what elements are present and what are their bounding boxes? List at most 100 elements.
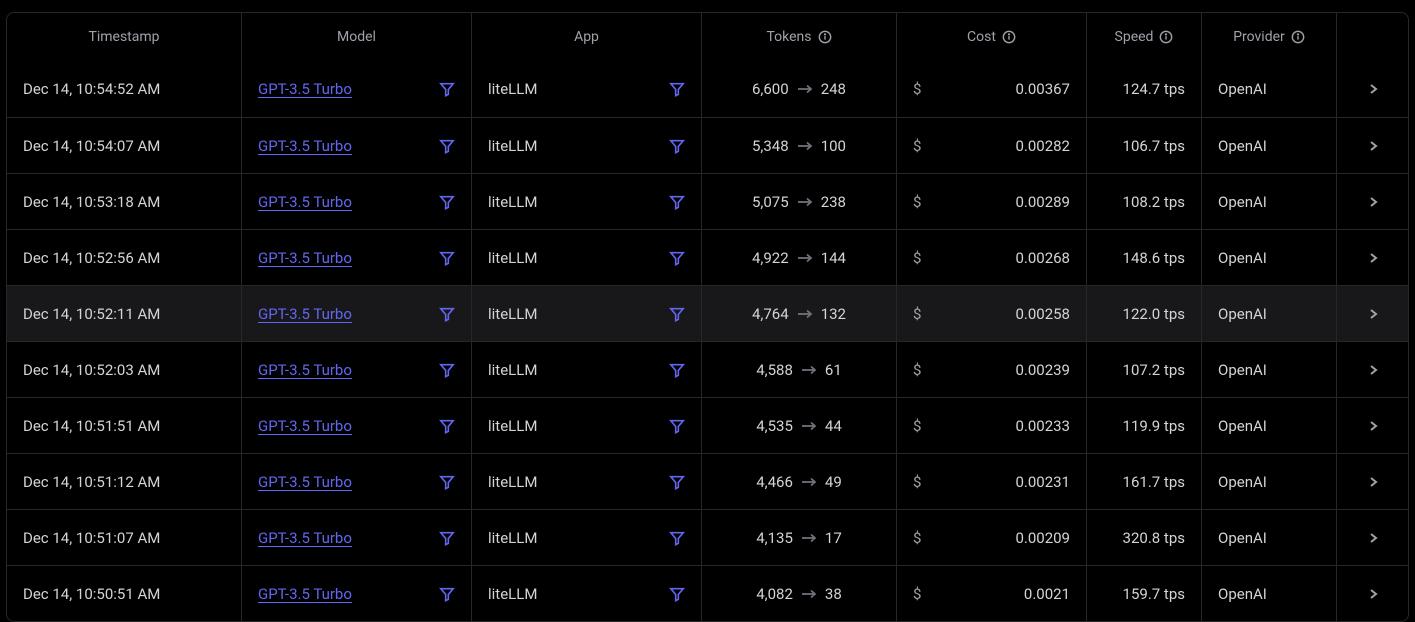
tokens-in: 5,348 (752, 137, 789, 155)
cell-timestamp: Dec 14, 10:51:51 AM (7, 398, 242, 453)
cell-provider: OpenAI (1202, 510, 1337, 565)
filter-icon[interactable] (669, 474, 685, 490)
cell-expand[interactable] (1337, 118, 1408, 173)
table-row[interactable]: Dec 14, 10:53:18 AM GPT-3.5 Turbo liteLL… (7, 173, 1408, 229)
table-row[interactable]: Dec 14, 10:54:07 AM GPT-3.5 Turbo liteLL… (7, 117, 1408, 173)
model-link[interactable]: GPT-3.5 Turbo (258, 529, 352, 547)
chevron-right-icon (1366, 363, 1380, 377)
header-provider[interactable]: Provider (1202, 13, 1337, 61)
filter-icon[interactable] (439, 362, 455, 378)
filter-icon[interactable] (669, 138, 685, 154)
tokens-in: 5,075 (752, 193, 789, 211)
filter-icon[interactable] (439, 194, 455, 210)
table-row[interactable]: Dec 14, 10:54:52 AM GPT-3.5 Turbo liteLL… (7, 61, 1408, 117)
provider-name: OpenAI (1218, 529, 1267, 547)
model-link[interactable]: GPT-3.5 Turbo (258, 361, 352, 379)
filter-icon[interactable] (669, 306, 685, 322)
cell-expand[interactable] (1337, 61, 1408, 117)
filter-icon[interactable] (439, 138, 455, 154)
filter-icon[interactable] (669, 362, 685, 378)
cell-expand[interactable] (1337, 174, 1408, 229)
model-link[interactable]: GPT-3.5 Turbo (258, 585, 352, 603)
speed-value: 148.6 tps (1123, 249, 1185, 267)
table-row[interactable]: Dec 14, 10:52:56 AM GPT-3.5 Turbo liteLL… (7, 229, 1408, 285)
arrow-right-icon (797, 308, 813, 320)
provider-name: OpenAI (1218, 80, 1267, 98)
cell-expand[interactable] (1337, 230, 1408, 285)
cell-expand[interactable] (1337, 510, 1408, 565)
header-cost[interactable]: Cost (897, 13, 1087, 61)
header-model[interactable]: Model (242, 13, 472, 61)
cell-model: GPT-3.5 Turbo (242, 566, 472, 621)
cell-expand[interactable] (1337, 286, 1408, 341)
header-tokens[interactable]: Tokens (702, 13, 897, 61)
cost-value: 0.00258 (1015, 305, 1070, 323)
cell-cost: $ 0.00367 (897, 61, 1087, 117)
model-link[interactable]: GPT-3.5 Turbo (258, 137, 352, 155)
cell-timestamp: Dec 14, 10:51:07 AM (7, 510, 242, 565)
cell-model: GPT-3.5 Turbo (242, 454, 472, 509)
filter-icon[interactable] (669, 250, 685, 266)
info-icon[interactable] (818, 30, 832, 44)
chevron-right-icon (1366, 251, 1380, 265)
filter-icon[interactable] (439, 306, 455, 322)
speed-value: 122.0 tps (1123, 305, 1185, 323)
filter-icon[interactable] (669, 530, 685, 546)
cell-expand[interactable] (1337, 566, 1408, 621)
filter-icon[interactable] (439, 530, 455, 546)
table-row[interactable]: Dec 14, 10:51:51 AM GPT-3.5 Turbo liteLL… (7, 397, 1408, 453)
cell-cost: $ 0.00258 (897, 286, 1087, 341)
table-row[interactable]: Dec 14, 10:50:51 AM GPT-3.5 Turbo liteLL… (7, 565, 1408, 621)
header-expand (1337, 13, 1408, 61)
model-link[interactable]: GPT-3.5 Turbo (258, 417, 352, 435)
model-link[interactable]: GPT-3.5 Turbo (258, 193, 352, 211)
table-row[interactable]: Dec 14, 10:52:03 AM GPT-3.5 Turbo liteLL… (7, 341, 1408, 397)
header-timestamp[interactable]: Timestamp (7, 13, 242, 61)
chevron-right-icon (1366, 307, 1380, 321)
cell-provider: OpenAI (1202, 230, 1337, 285)
filter-icon[interactable] (439, 81, 455, 97)
cell-tokens: 4,764 132 (702, 286, 897, 341)
model-link[interactable]: GPT-3.5 Turbo (258, 473, 352, 491)
currency-symbol: $ (913, 473, 921, 491)
info-icon[interactable] (1291, 30, 1305, 44)
filter-icon[interactable] (669, 194, 685, 210)
table-row[interactable]: Dec 14, 10:51:12 AM GPT-3.5 Turbo liteLL… (7, 453, 1408, 509)
tokens-out: 248 (821, 80, 846, 98)
cell-provider: OpenAI (1202, 174, 1337, 229)
cell-expand[interactable] (1337, 454, 1408, 509)
model-link[interactable]: GPT-3.5 Turbo (258, 249, 352, 267)
cell-model: GPT-3.5 Turbo (242, 286, 472, 341)
tokens-out: 144 (821, 249, 846, 267)
filter-icon[interactable] (669, 586, 685, 602)
info-icon[interactable] (1002, 30, 1016, 44)
cell-speed: 106.7 tps (1087, 118, 1202, 173)
tokens-in: 4,135 (756, 529, 793, 547)
cell-speed: 161.7 tps (1087, 454, 1202, 509)
filter-icon[interactable] (669, 418, 685, 434)
info-icon[interactable] (1159, 30, 1173, 44)
cell-speed: 148.6 tps (1087, 230, 1202, 285)
currency-symbol: $ (913, 585, 921, 603)
chevron-right-icon (1366, 475, 1380, 489)
cell-app: liteLLM (472, 454, 702, 509)
cell-model: GPT-3.5 Turbo (242, 230, 472, 285)
app-name: liteLLM (488, 361, 537, 379)
filter-icon[interactable] (439, 418, 455, 434)
model-link[interactable]: GPT-3.5 Turbo (258, 305, 352, 323)
filter-icon[interactable] (669, 81, 685, 97)
filter-icon[interactable] (439, 474, 455, 490)
filter-icon[interactable] (439, 586, 455, 602)
model-link[interactable]: GPT-3.5 Turbo (258, 80, 352, 98)
filter-icon[interactable] (439, 250, 455, 266)
table-row[interactable]: Dec 14, 10:51:07 AM GPT-3.5 Turbo liteLL… (7, 509, 1408, 565)
currency-symbol: $ (913, 137, 921, 155)
cell-tokens: 4,922 144 (702, 230, 897, 285)
cell-expand[interactable] (1337, 342, 1408, 397)
table-row[interactable]: Dec 14, 10:52:11 AM GPT-3.5 Turbo liteLL… (7, 285, 1408, 341)
header-app[interactable]: App (472, 13, 702, 61)
cell-expand[interactable] (1337, 398, 1408, 453)
header-speed[interactable]: Speed (1087, 13, 1202, 61)
chevron-right-icon (1366, 587, 1380, 601)
tokens-in: 4,764 (752, 305, 789, 323)
